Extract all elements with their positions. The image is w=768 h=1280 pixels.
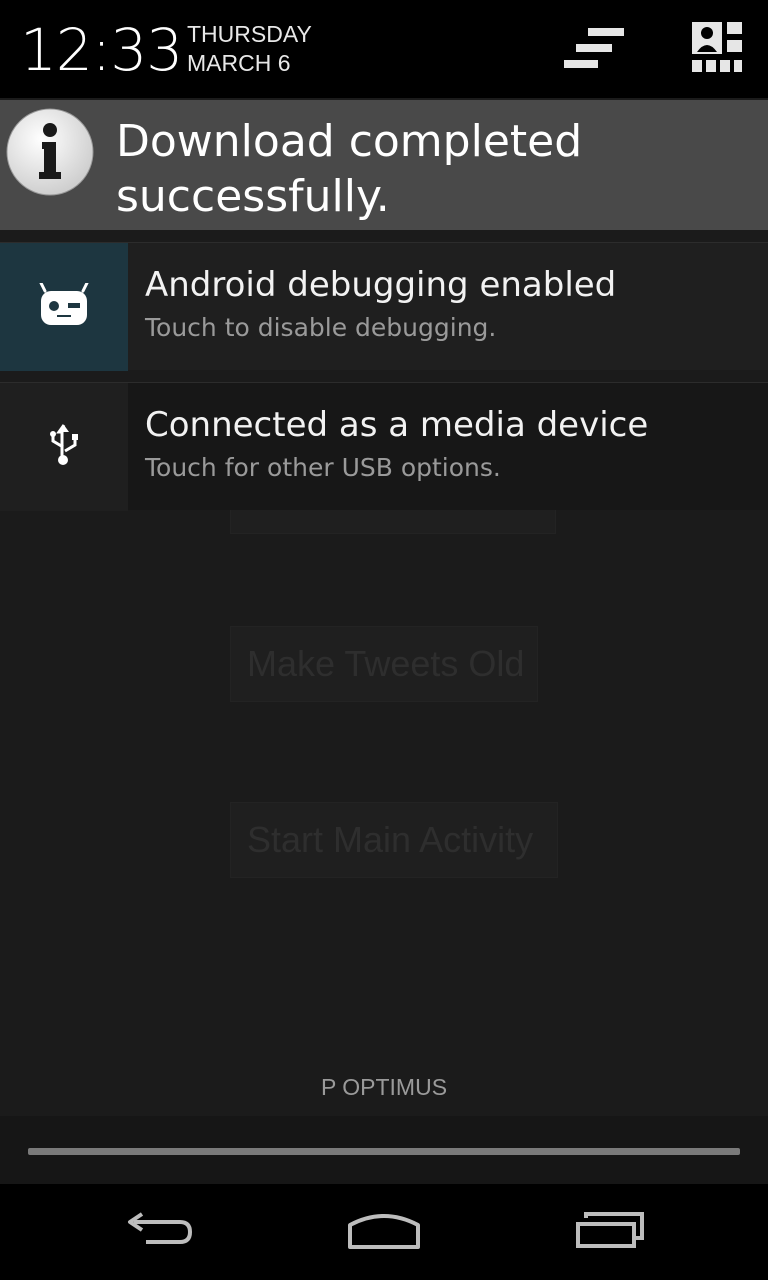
date-label: MARCH 6 — [187, 50, 291, 76]
notification-usb-connected[interactable]: Connected as a media device Touch for ot… — [0, 382, 768, 511]
quick-settings-icon[interactable] — [692, 22, 744, 74]
back-icon — [124, 1210, 196, 1254]
clock[interactable]: 12:33 — [20, 14, 183, 86]
home-button[interactable] — [304, 1184, 464, 1280]
clear-all-icon[interactable] — [562, 26, 626, 72]
recents-button[interactable] — [530, 1184, 690, 1280]
shade-drag-handle[interactable] — [28, 1148, 740, 1155]
notification-icon-container — [0, 383, 128, 511]
date[interactable]: THURSDAY MARCH 6 — [187, 20, 312, 78]
shade-header: 12:33 THURSDAY MARCH 6 — [0, 0, 768, 98]
navigation-bar — [0, 1184, 768, 1280]
notification-icon-container — [0, 243, 128, 371]
usb-icon — [47, 423, 81, 471]
start-main-activity-button: Start Main Activity — [230, 802, 558, 878]
notification-title: Connected as a media device — [145, 405, 649, 445]
make-tweets-old-button: Make Tweets Old — [230, 626, 538, 702]
notification-subtitle: Touch for other USB options. — [145, 453, 501, 482]
notification-title: Android debugging enabled — [145, 265, 617, 305]
carrier-label: P OPTIMUS — [320, 1074, 448, 1100]
cyanogenmod-bugdroid-icon — [39, 281, 89, 331]
notification-subtitle: Touch to disable debugging. — [145, 313, 497, 342]
notification-android-debugging[interactable]: Android debugging enabled Touch to disab… — [0, 242, 768, 371]
weekday: THURSDAY — [187, 21, 312, 47]
home-icon — [346, 1209, 422, 1255]
recents-icon — [574, 1210, 646, 1254]
back-button[interactable] — [80, 1184, 240, 1280]
info-icon — [6, 108, 94, 196]
ticker-text: Download completed successfully. — [116, 116, 583, 222]
